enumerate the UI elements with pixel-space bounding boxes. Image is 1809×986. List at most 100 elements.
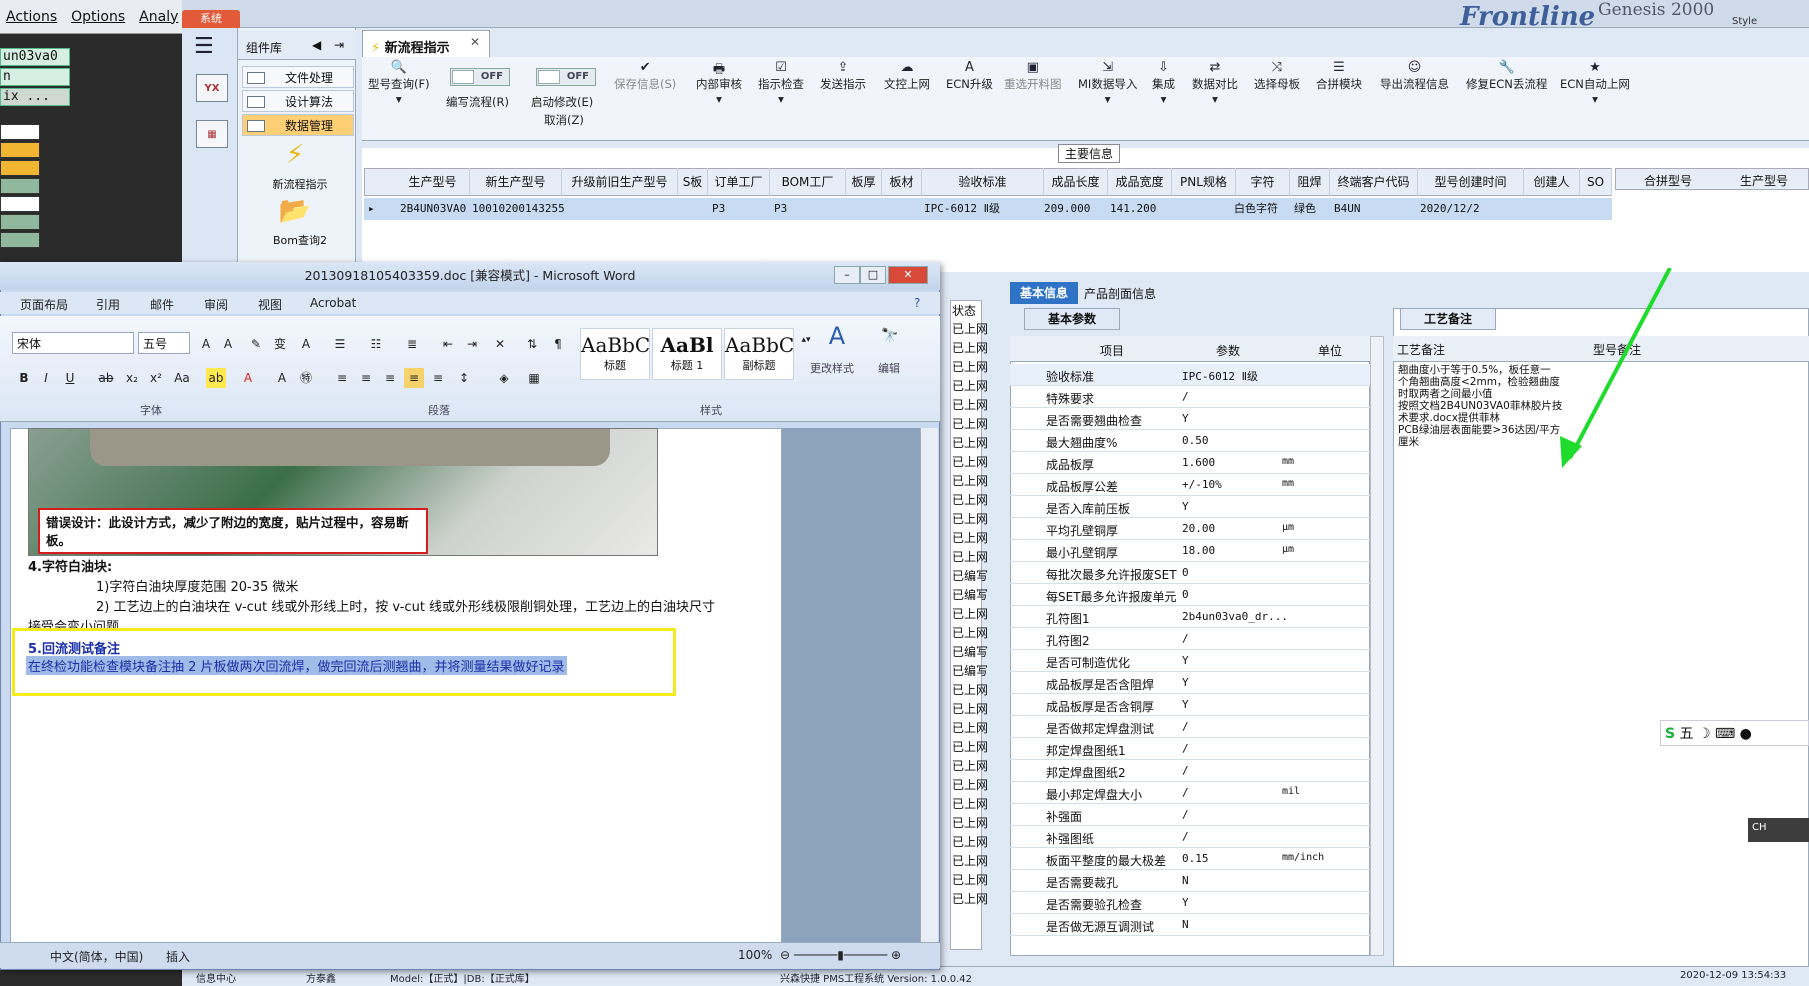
font-size-select[interactable]: 五号 <box>138 332 190 354</box>
align-right-icon[interactable]: ≡ <box>380 368 400 388</box>
tab-basic-info[interactable]: 基本信息 <box>1010 282 1078 304</box>
chinese-layout-icon[interactable]: ✕ <box>490 334 510 354</box>
style-scroll-icon[interactable]: ▴▾ <box>796 330 816 350</box>
align-center-icon[interactable]: ≡ <box>356 368 376 388</box>
help-icon[interactable]: ? <box>914 296 920 310</box>
param-row[interactable]: 最小邦定焊盘大小 / mil <box>1010 782 1370 804</box>
maximize-icon[interactable]: □ <box>860 266 886 284</box>
grid-col-header[interactable]: SO <box>1580 168 1612 196</box>
library-item-data[interactable]: 数据管理 <box>242 114 354 136</box>
menu-icon[interactable]: ☰ <box>194 34 214 59</box>
grid-col-header[interactable]: 成品长度 <box>1044 168 1108 196</box>
status-item[interactable]: 已上网 <box>952 605 988 624</box>
param-row[interactable]: 邦定焊盘图纸2 / <box>1010 760 1370 782</box>
zoom-slider[interactable]: ⊖ ──────▮────── ⊕ <box>780 948 901 962</box>
tab-mailings[interactable]: 邮件 <box>150 296 174 313</box>
param-row[interactable]: 验收标准 IPC-6012 Ⅱ级 <box>1010 364 1370 386</box>
param-row[interactable]: 成品板厚是否含铜厚 Y <box>1010 694 1370 716</box>
tab-craft-remark[interactable]: 工艺备注 <box>1400 308 1496 330</box>
subscript-icon[interactable]: x₂ <box>122 368 142 388</box>
tab-product-profile[interactable]: 产品剖面信息 <box>1084 285 1156 302</box>
show-marks-icon[interactable]: ¶ <box>548 334 568 354</box>
collapse-left-icon[interactable]: ◀ <box>312 38 321 52</box>
subtab-basic-params[interactable]: 基本参数 <box>1024 308 1120 330</box>
status-item[interactable]: 已上网 <box>952 700 988 719</box>
char-border-icon[interactable]: A <box>296 334 316 354</box>
ecn-upgrade-button[interactable]: A ECN升级 <box>946 60 993 92</box>
param-row[interactable]: 邦定焊盘图纸1 / <box>1010 738 1370 760</box>
param-row[interactable]: 板面平整度的最大极差 0.15 mm/inch <box>1010 848 1370 870</box>
status-item[interactable]: 已上网 <box>952 833 988 852</box>
bg-layer-row[interactable] <box>0 178 40 194</box>
status-item[interactable]: 已上网 <box>952 890 988 909</box>
bg-layer-row[interactable] <box>0 232 40 248</box>
grid-col-header[interactable]: S板 <box>678 168 708 196</box>
doc-online-button[interactable]: ☁ 文控上网 <box>884 60 930 92</box>
enable-edit-toggle[interactable]: OFF <box>536 68 596 86</box>
line-spacing-icon[interactable]: ↕ <box>454 368 474 388</box>
write-flow-toggle[interactable]: OFF <box>450 68 510 86</box>
internal-review-button[interactable]: 🖶 内部审核 ▾ <box>696 60 742 106</box>
insert-mode[interactable]: 插入 <box>166 948 190 965</box>
bom-query-shortcut[interactable]: Bom查询2 <box>252 232 348 248</box>
param-row[interactable]: 最小孔壁铜厚 18.00 μm <box>1010 540 1370 562</box>
close-icon[interactable]: ✕ <box>888 266 928 284</box>
zoom-level[interactable]: 100% <box>738 948 772 962</box>
style-heading-1[interactable]: AaBl 标题 1 <box>652 328 722 380</box>
grid-col-header[interactable]: PNL规格 <box>1172 168 1236 196</box>
status-item[interactable]: 已上网 <box>952 510 988 529</box>
status-item[interactable]: 已上网 <box>952 377 988 396</box>
status-item[interactable]: 已上网 <box>952 776 988 795</box>
status-item[interactable]: 已上网 <box>952 453 988 472</box>
status-item[interactable]: 已上网 <box>952 491 988 510</box>
highlight-icon[interactable]: ab <box>206 368 226 388</box>
param-row[interactable]: 补强面 / <box>1010 804 1370 826</box>
edit-button[interactable]: 编辑 <box>878 360 900 376</box>
status-item[interactable]: 已上网 <box>952 339 988 358</box>
status-item[interactable]: 已上网 <box>952 795 988 814</box>
status-item[interactable]: 已上网 <box>952 415 988 434</box>
menu-options[interactable]: Options <box>71 9 125 25</box>
param-row[interactable]: 是否做邦定焊盘测试 / <box>1010 716 1370 738</box>
mi-import-button[interactable]: ⇲ MI数据导入 ▾ <box>1078 60 1137 106</box>
send-instruction-button[interactable]: ⇪ 发送指示 <box>820 60 866 92</box>
grid-col-header[interactable]: 创建人 <box>1524 168 1580 196</box>
param-col-value[interactable]: 参数 <box>1216 342 1240 359</box>
font-color-icon[interactable]: A <box>238 368 258 388</box>
status-item[interactable]: 已上网 <box>952 871 988 890</box>
save-info-button[interactable]: ✔ 保存信息(S) <box>614 60 676 92</box>
bg-layer-row[interactable] <box>0 196 40 212</box>
param-row[interactable]: 是否需要验孔检查 Y <box>1010 892 1370 914</box>
ecn-auto-online-button[interactable]: ★ ECN自动上网 ▾ <box>1560 60 1630 106</box>
status-item[interactable]: 已上网 <box>952 434 988 453</box>
cancel-edit-button[interactable]: 取消(Z) <box>544 112 584 128</box>
superscript-icon[interactable]: x² <box>146 368 166 388</box>
merge-col-header[interactable]: 生产型号 <box>1740 172 1788 189</box>
system-tab[interactable]: 系统 <box>182 10 240 28</box>
change-style-icon[interactable]: A <box>822 324 852 348</box>
grid-col-header[interactable]: BOM工厂 <box>770 168 846 196</box>
grid-col-header[interactable]: 升级前旧生产型号 <box>562 168 678 196</box>
param-row[interactable]: 是否做无源互调测试 N <box>1010 914 1370 936</box>
new-flow-shortcut[interactable]: 新流程指示 <box>252 176 348 192</box>
borders-icon[interactable]: ▦ <box>524 368 544 388</box>
menu-actions[interactable]: Actions <box>6 9 57 25</box>
param-row[interactable]: 是否入库前压板 Y <box>1010 496 1370 518</box>
grid-col-header[interactable]: 型号创建时间 <box>1418 168 1524 196</box>
char-shading-icon[interactable]: A <box>272 368 292 388</box>
change-style-button[interactable]: 更改样式 <box>810 360 854 376</box>
ime-lang-indicator[interactable]: CH <box>1748 818 1809 842</box>
param-row[interactable]: 是否需要裁孔 N <box>1010 870 1370 892</box>
strikethrough-icon[interactable]: ab <box>96 368 116 388</box>
grid-col-header[interactable]: 新生产型号 <box>470 168 562 196</box>
grid-col-header[interactable]: 生产型号 <box>396 168 470 196</box>
param-row[interactable]: 每批次最多允许报废SET 0 <box>1010 562 1370 584</box>
tab-page-layout[interactable]: 页面布局 <box>20 296 68 313</box>
param-row[interactable]: 平均孔壁铜厚 20.00 μm <box>1010 518 1370 540</box>
status-item[interactable]: 已上网 <box>952 814 988 833</box>
minimize-icon[interactable]: – <box>834 266 860 284</box>
tab-view[interactable]: 视图 <box>258 296 282 313</box>
underline-icon[interactable]: U <box>60 368 80 388</box>
library-item-algo[interactable]: 设计算法 <box>242 90 354 112</box>
info-center[interactable]: 信息中心 <box>196 970 236 985</box>
